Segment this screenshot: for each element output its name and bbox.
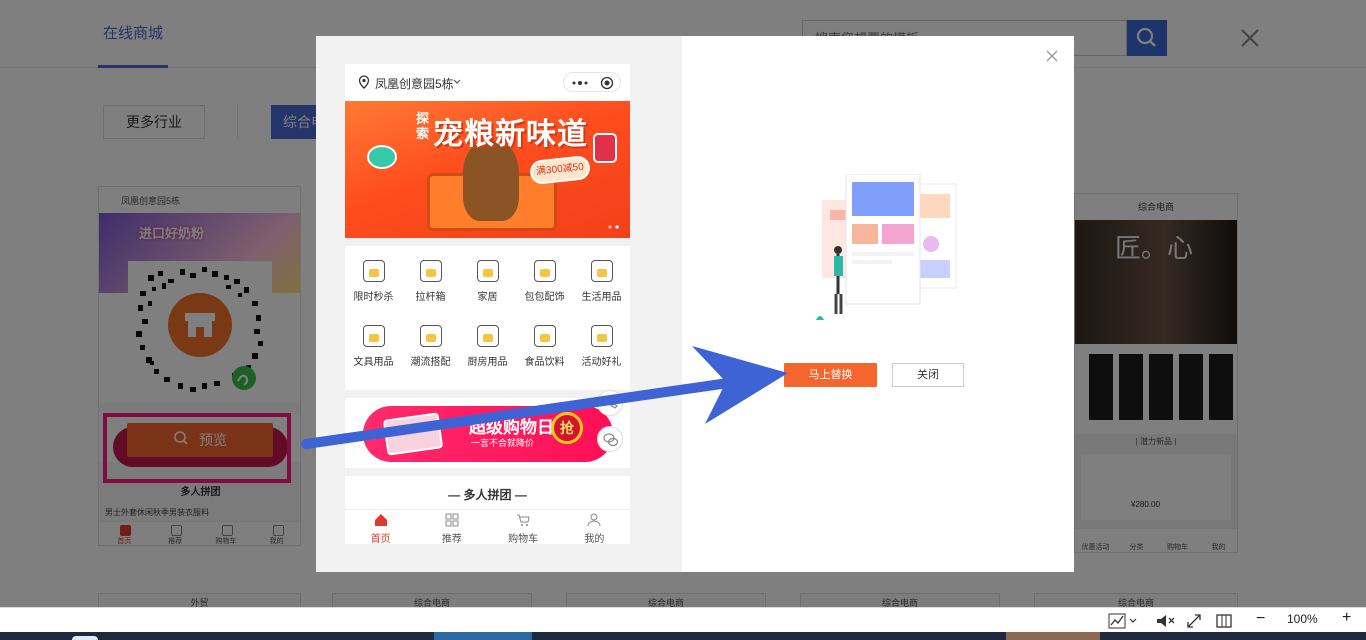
phone-category-grid: 限时秒杀 拉杆箱 家居 包包配饰 生活用品 文具用品 潮流搭配 厨房用品 食品饮… bbox=[345, 246, 630, 390]
home-icon bbox=[374, 514, 387, 526]
phone-location: 凤凰创意园5栋 bbox=[375, 77, 454, 91]
shirt-icon bbox=[419, 325, 442, 347]
alarm-clock-icon bbox=[362, 260, 385, 282]
phone-banner[interactable]: 探索 宠粮新味道 满300减50 bbox=[345, 101, 630, 238]
luggage-icon bbox=[419, 260, 442, 282]
category-stationery[interactable]: 文具用品 bbox=[345, 325, 402, 387]
fullscreen-icon[interactable] bbox=[1186, 613, 1202, 629]
modal-preview-pane: 凤凰创意园5栋 探索 宠粮新味道 满300减50 限时秒杀 拉杆箱 家居 包包配… bbox=[316, 36, 682, 572]
handbag-icon bbox=[533, 260, 556, 282]
target-icon bbox=[600, 76, 614, 90]
category-kitchen[interactable]: 厨房用品 bbox=[459, 325, 516, 387]
taskbar bbox=[0, 632, 1366, 640]
dish-cover-icon bbox=[476, 325, 499, 347]
zoom-in-icon[interactable]: + bbox=[1342, 609, 1351, 627]
replace-now-button[interactable]: 马上替换 bbox=[784, 363, 877, 387]
phone-promo[interactable]: 超级购物日 一言不合就降价 抢 bbox=[345, 398, 630, 468]
browser-status-bar: − 100% + bbox=[0, 607, 1366, 632]
shopping-bag-image bbox=[382, 412, 444, 456]
category-home[interactable]: 家居 bbox=[459, 260, 516, 322]
banner-kicker: 探索 bbox=[416, 111, 430, 141]
user-icon bbox=[587, 513, 601, 527]
drink-icon bbox=[533, 325, 556, 347]
wechat-icon[interactable] bbox=[597, 426, 623, 452]
phone-nav-mine[interactable]: 我的 bbox=[559, 510, 630, 544]
template-illustration bbox=[816, 174, 957, 320]
location-pin-icon bbox=[358, 75, 370, 89]
category-food[interactable]: 食品饮料 bbox=[516, 325, 573, 387]
split-view-icon[interactable] bbox=[1216, 613, 1232, 629]
pencil-icon bbox=[362, 325, 385, 347]
taskbar-app[interactable] bbox=[434, 632, 532, 640]
category-flash-sale[interactable]: 限时秒杀 bbox=[345, 260, 402, 322]
zoom-out-icon[interactable]: − bbox=[1256, 610, 1265, 628]
category-daily[interactable]: 生活用品 bbox=[573, 260, 630, 322]
phone-top-bar: 凤凰创意园5栋 bbox=[345, 64, 630, 101]
cart-icon bbox=[517, 514, 530, 526]
category-gifts[interactable]: 活动好礼 bbox=[573, 325, 630, 387]
phone-nav-cart[interactable]: 购物车 bbox=[488, 510, 559, 544]
banner-badge: 满300减50 bbox=[528, 154, 592, 186]
category-bags[interactable]: 包包配饰 bbox=[516, 260, 573, 322]
close-icon[interactable] bbox=[1045, 49, 1059, 63]
dog-image bbox=[463, 141, 519, 221]
more-icon bbox=[572, 81, 588, 85]
start-icon[interactable] bbox=[72, 636, 98, 640]
phone-call-icon[interactable] bbox=[597, 390, 623, 416]
carousel-dots bbox=[608, 225, 619, 229]
zoom-level: 100% bbox=[1287, 612, 1318, 626]
chevron-down-icon bbox=[453, 79, 461, 84]
bottle-icon bbox=[590, 260, 613, 282]
close-button[interactable]: 关闭 bbox=[892, 363, 964, 387]
grid-icon bbox=[445, 513, 459, 527]
template-preview-modal: 凤凰创意园5栋 探索 宠粮新味道 满300减50 限时秒杀 拉杆箱 家居 包包配… bbox=[316, 36, 1074, 572]
taskbar-app[interactable] bbox=[1006, 632, 1100, 640]
pet-food-can-image bbox=[593, 133, 617, 163]
promo-subtitle: 一言不合就降价 bbox=[471, 438, 535, 448]
banner-title: 宠粮新味道 bbox=[433, 118, 588, 151]
gift-icon bbox=[590, 325, 613, 347]
phone-preview: 凤凰创意园5栋 探索 宠粮新味道 满300减50 限时秒杀 拉杆箱 家居 包包配… bbox=[345, 64, 630, 544]
category-luggage[interactable]: 拉杆箱 bbox=[402, 260, 459, 322]
promo-title: 超级购物日 bbox=[469, 418, 554, 437]
performance-icon[interactable] bbox=[1108, 613, 1138, 629]
category-fashion[interactable]: 潮流搭配 bbox=[402, 325, 459, 387]
phone-nav-home[interactable]: 首页 bbox=[345, 510, 416, 544]
miniapp-capsule[interactable] bbox=[563, 72, 621, 92]
volume-icon[interactable] bbox=[1155, 613, 1179, 629]
grab-badge: 抢 bbox=[551, 412, 583, 444]
phone-nav-recommend[interactable]: 推荐 bbox=[416, 510, 487, 544]
lamp-icon bbox=[476, 260, 499, 282]
pet-food-can-image bbox=[367, 145, 397, 169]
phone-bottom-nav: 首页 推荐 购物车 我的 bbox=[345, 509, 630, 544]
